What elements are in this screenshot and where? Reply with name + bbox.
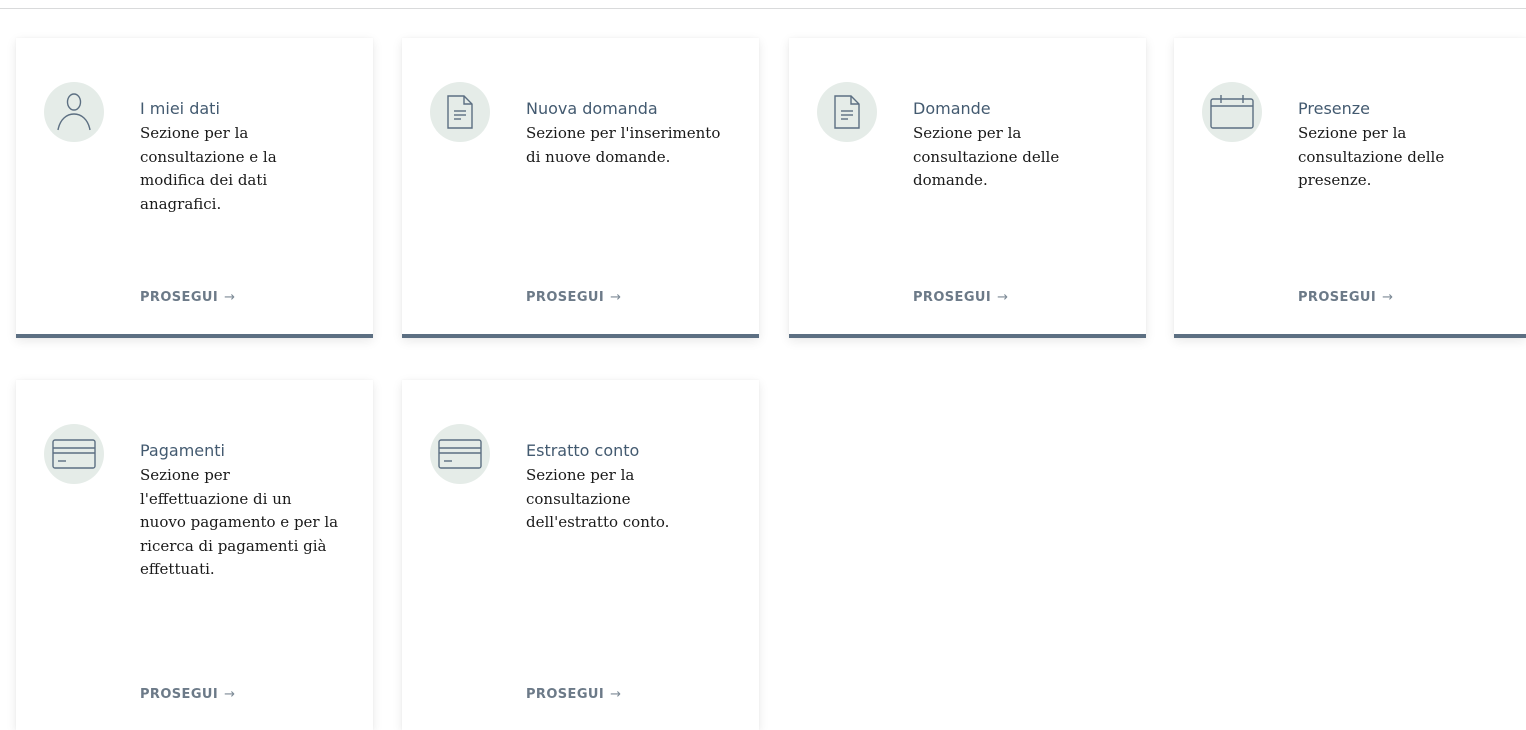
arrow-right-icon: → xyxy=(224,290,236,305)
prosegui-link[interactable]: PROSEGUI → xyxy=(1298,290,1393,305)
card-title: I miei dati xyxy=(140,99,220,118)
card-estratto-conto[interactable]: Estratto conto Sezione per la consultazi… xyxy=(402,380,759,730)
document-icon xyxy=(817,82,877,142)
card-pagamenti[interactable]: Pagamenti Sezione per l'effettuazione di… xyxy=(16,380,373,730)
arrow-right-icon: → xyxy=(224,687,236,702)
prosegui-label: PROSEGUI xyxy=(1298,290,1377,305)
card-description: Sezione per l'effettuazione di un nuovo … xyxy=(140,466,339,578)
card-title: Domande xyxy=(913,99,991,118)
card-title: Nuova domanda xyxy=(526,99,658,118)
arrow-right-icon: → xyxy=(997,290,1009,305)
card-description: Sezione per la consultazione dell'estrat… xyxy=(526,466,670,531)
card-description: Sezione per la consultazione delle doman… xyxy=(913,124,1060,189)
credit-card-icon xyxy=(44,424,104,484)
prosegui-link[interactable]: PROSEGUI → xyxy=(140,687,235,702)
card-i-miei-dati[interactable]: I miei dati Sezione per la consultazione… xyxy=(16,38,373,338)
prosegui-link[interactable]: PROSEGUI → xyxy=(140,290,235,305)
prosegui-label: PROSEGUI xyxy=(526,290,605,305)
card-title: Presenze xyxy=(1298,99,1370,118)
prosegui-link[interactable]: PROSEGUI → xyxy=(526,687,621,702)
card-title: Estratto conto xyxy=(526,441,640,460)
document-icon xyxy=(430,82,490,142)
credit-card-icon xyxy=(430,424,490,484)
prosegui-label: PROSEGUI xyxy=(526,687,605,702)
card-description: Sezione per la consultazione delle prese… xyxy=(1298,124,1445,189)
card-description: Sezione per la consultazione e la modifi… xyxy=(140,124,277,213)
top-divider xyxy=(0,8,1526,9)
card-domande[interactable]: Domande Sezione per la consultazione del… xyxy=(789,38,1146,338)
prosegui-label: PROSEGUI xyxy=(140,290,219,305)
prosegui-link[interactable]: PROSEGUI → xyxy=(526,290,621,305)
user-icon xyxy=(44,82,104,142)
card-title: Pagamenti xyxy=(140,441,225,460)
calendar-icon xyxy=(1202,82,1262,142)
prosegui-label: PROSEGUI xyxy=(140,687,219,702)
card-nuova-domanda[interactable]: Nuova domanda Sezione per l'inserimento … xyxy=(402,38,759,338)
prosegui-link[interactable]: PROSEGUI → xyxy=(913,290,1008,305)
prosegui-label: PROSEGUI xyxy=(913,290,992,305)
arrow-right-icon: → xyxy=(1382,290,1394,305)
card-presenze[interactable]: Presenze Sezione per la consultazione de… xyxy=(1174,38,1526,338)
card-description: Sezione per l'inserimento di nuove doman… xyxy=(526,124,721,166)
arrow-right-icon: → xyxy=(610,290,622,305)
arrow-right-icon: → xyxy=(610,687,622,702)
